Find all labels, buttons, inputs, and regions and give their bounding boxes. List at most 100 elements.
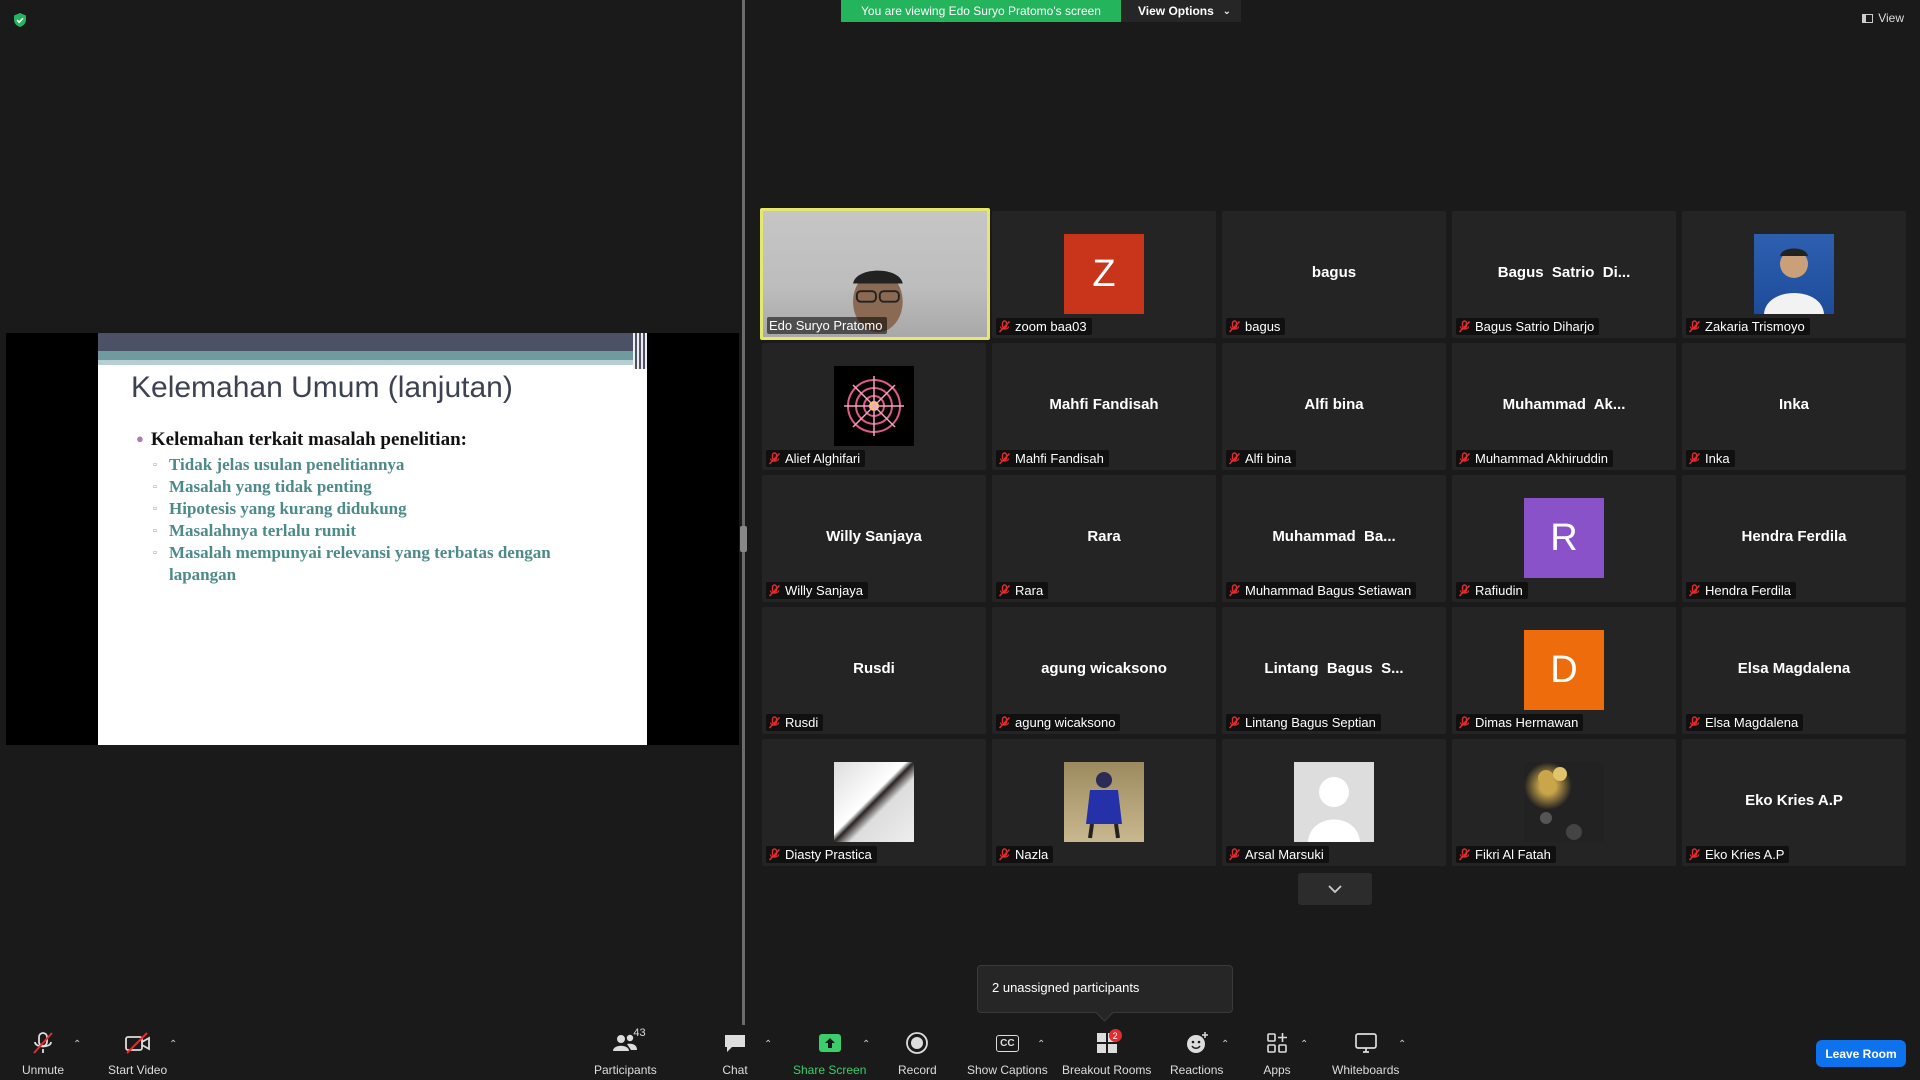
participant-name: Dimas Hermawan xyxy=(1475,715,1579,730)
video-options-caret-icon[interactable]: ⌃ xyxy=(169,1039,177,1050)
show-captions-button[interactable]: CC Show Captions xyxy=(967,1029,1048,1077)
breakout-rooms-button[interactable]: 2 Breakout Rooms xyxy=(1062,1029,1151,1077)
unmute-label: Unmute xyxy=(22,1063,65,1077)
start-video-label: Start Video xyxy=(108,1063,168,1077)
participants-button[interactable]: 43 Participants xyxy=(594,1027,657,1077)
chat-options-caret-icon[interactable]: ⌃ xyxy=(764,1039,772,1050)
shield-icon[interactable] xyxy=(12,12,28,28)
participant-name-label: Diasty Prastica xyxy=(766,846,877,863)
participant-tile[interactable]: Muhammad Ak... Muhammad Akhiruddin xyxy=(1452,343,1676,470)
participant-name: Rara xyxy=(1015,583,1044,598)
slide-title: Kelemahan Umum (lanjutan) xyxy=(131,371,513,404)
participant-tile[interactable]: Lintang Bagus S... Lintang Bagus Septian xyxy=(1222,607,1446,734)
slide-main-bullet: ● Kelemahan terkait masalah penelitian: xyxy=(136,429,616,451)
participant-tile[interactable]: Diasty Prastica xyxy=(762,739,986,866)
muted-microphone-icon xyxy=(998,320,1011,333)
participant-name: Inka xyxy=(1705,451,1730,466)
participant-name-label: Mahfi Fandisah xyxy=(996,450,1109,467)
muted-microphone-icon xyxy=(1458,320,1471,333)
closed-captions-icon: CC xyxy=(993,1029,1021,1057)
participant-tile[interactable]: Muhammad Ba... Muhammad Bagus Setiawan xyxy=(1222,475,1446,602)
participant-tile[interactable]: Mahfi Fandisah Mahfi Fandisah xyxy=(992,343,1216,470)
participant-tile[interactable]: Zzoom baa03 xyxy=(992,211,1216,338)
participant-name: Alfi bina xyxy=(1245,451,1292,466)
split-divider[interactable] xyxy=(742,0,745,1025)
participant-name: Lintang Bagus Septian xyxy=(1245,715,1376,730)
participant-tile[interactable]: Rara Rara xyxy=(992,475,1216,602)
slide-sub-bullet-text: Tidak jelas usulan penelitiannya xyxy=(169,455,405,474)
participant-initial-avatar: R xyxy=(1524,498,1604,578)
participant-tile[interactable]: D Dimas Hermawan xyxy=(1452,607,1676,734)
participant-tile[interactable]: Rusdi Rusdi xyxy=(762,607,986,734)
whiteboard-icon xyxy=(1352,1029,1380,1057)
participant-profile-photo xyxy=(834,366,914,446)
muted-microphone-icon xyxy=(1688,452,1701,465)
participant-tile[interactable]: bagus bagus xyxy=(1222,211,1446,338)
chat-button[interactable]: Chat xyxy=(721,1029,749,1077)
participant-tile[interactable]: Hendra Ferdila Hendra Ferdila xyxy=(1682,475,1906,602)
share-screen-button[interactable]: Share Screen xyxy=(793,1029,866,1077)
apps-button[interactable]: Apps xyxy=(1263,1029,1291,1077)
participant-tile[interactable]: Eko Kries A.P Eko Kries A.P xyxy=(1682,739,1906,866)
participant-tile[interactable]: Arsal Marsuki xyxy=(1222,739,1446,866)
unmute-button[interactable]: Unmute xyxy=(22,1029,64,1077)
view-options-button[interactable]: View Options ⌄ xyxy=(1121,0,1241,22)
slide-header-band xyxy=(98,360,647,365)
whiteboards-button[interactable]: Whiteboards xyxy=(1332,1029,1399,1077)
meeting-toolbar: Unmute ⌃ Start Video ⌃ 43 Participants C… xyxy=(0,1025,1920,1080)
whiteboards-options-caret-icon[interactable]: ⌃ xyxy=(1398,1039,1406,1050)
muted-microphone-icon xyxy=(1688,584,1701,597)
split-drag-handle[interactable] xyxy=(740,526,747,552)
participant-name: agung wicaksono xyxy=(1015,715,1116,730)
participant-tile[interactable]: Alfi bina Alfi bina xyxy=(1222,343,1446,470)
participant-display-name: Rusdi xyxy=(853,660,895,677)
start-video-button[interactable]: Start Video xyxy=(108,1029,167,1077)
participant-tile[interactable]: Willy Sanjaya Willy Sanjaya xyxy=(762,475,986,602)
participant-tile[interactable]: R Rafiudin xyxy=(1452,475,1676,602)
chat-label: Chat xyxy=(722,1063,748,1077)
participant-profile-photo xyxy=(1064,762,1144,842)
breakout-rooms-badge: 2 xyxy=(1108,1029,1122,1042)
share-options-caret-icon[interactable]: ⌃ xyxy=(862,1039,870,1050)
muted-microphone-icon xyxy=(998,716,1011,729)
apps-icon xyxy=(1263,1029,1291,1057)
participant-name: Hendra Ferdila xyxy=(1705,583,1791,598)
reactions-options-caret-icon[interactable]: ⌃ xyxy=(1221,1039,1229,1050)
participant-display-name: Hendra Ferdila xyxy=(1741,528,1847,545)
active-speaker-tile[interactable]: Edo Suryo Pratomo xyxy=(760,208,990,340)
view-options-label: View Options xyxy=(1138,4,1214,18)
participant-name: zoom baa03 xyxy=(1015,319,1087,334)
view-button[interactable]: View xyxy=(1862,11,1904,25)
participant-tile[interactable]: Bagus Satrio Di... Bagus Satrio Diharjo xyxy=(1452,211,1676,338)
record-button[interactable]: Record xyxy=(898,1029,937,1077)
participant-tile[interactable]: Nazla xyxy=(992,739,1216,866)
participant-tile[interactable]: Elsa Magdalena Elsa Magdalena xyxy=(1682,607,1906,734)
share-screen-label: Share Screen xyxy=(793,1063,867,1077)
participant-initial-avatar: Z xyxy=(1064,234,1144,314)
participant-tile[interactable]: agung wicaksono agung wicaksono xyxy=(992,607,1216,734)
participant-name-label: Dimas Hermawan xyxy=(1456,714,1584,731)
square-bullet-icon: ▫ xyxy=(153,459,157,471)
participant-tile[interactable]: Zakaria Trismoyo xyxy=(1682,211,1906,338)
smiley-add-icon xyxy=(1183,1029,1211,1057)
next-page-button[interactable] xyxy=(1298,873,1372,905)
participant-tile[interactable]: Alief Alghifari xyxy=(762,343,986,470)
muted-microphone-icon xyxy=(1458,716,1471,729)
captions-options-caret-icon[interactable]: ⌃ xyxy=(1037,1039,1045,1050)
participant-display-name: agung wicaksono xyxy=(1041,660,1167,677)
reactions-button[interactable]: Reactions xyxy=(1170,1029,1223,1077)
reactions-label: Reactions xyxy=(1170,1063,1224,1077)
apps-options-caret-icon[interactable]: ⌃ xyxy=(1300,1039,1308,1050)
participant-name: Rafiudin xyxy=(1475,583,1523,598)
square-bullet-icon: ▫ xyxy=(153,547,157,559)
slide-sub-bullet-text: Masalah mempunyai relevansi yang terbata… xyxy=(169,543,551,584)
muted-microphone-icon xyxy=(1228,716,1241,729)
participant-display-name: Elsa Magdalena xyxy=(1737,660,1851,677)
participant-name: Arsal Marsuki xyxy=(1245,847,1324,862)
participant-tile[interactable]: Inka Inka xyxy=(1682,343,1906,470)
participant-tile[interactable]: Fikri Al Fatah xyxy=(1452,739,1676,866)
leave-room-button[interactable]: Leave Room xyxy=(1816,1040,1906,1067)
participants-icon: 43 xyxy=(611,1027,646,1057)
participant-name-label: Muhammad Akhiruddin xyxy=(1456,450,1613,467)
audio-options-caret-icon[interactable]: ⌃ xyxy=(73,1039,81,1050)
